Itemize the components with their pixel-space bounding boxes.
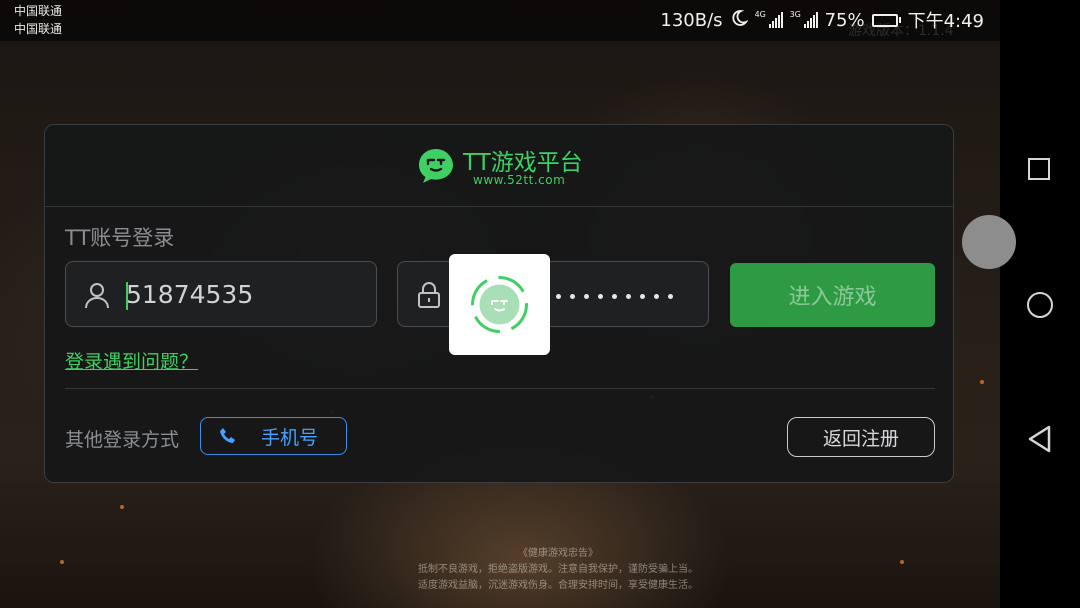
phone-login-label: 手机号 <box>261 426 319 449</box>
tt-chat-logo-icon <box>419 149 453 183</box>
health-notice-title: 《健康游戏忠告》 <box>518 548 598 559</box>
password-dot <box>584 294 589 299</box>
signal-3g-icon: 3G <box>790 10 818 28</box>
login-help-link[interactable]: 登录遇到问题？ <box>65 347 198 374</box>
signal-4g-icon: 4G <box>755 10 783 28</box>
password-input[interactable] <box>556 294 673 299</box>
brand-title: TT游戏平台 <box>463 150 583 176</box>
brand-url: www.52tt.com <box>473 173 566 187</box>
status-bar: 中国联通 中国联通 游戏版本：1.1.4 130B/s 4G 3G 75% 下午… <box>0 0 1000 41</box>
password-field[interactable] <box>397 261 709 327</box>
recent-apps-button[interactable] <box>1028 158 1050 180</box>
password-dot <box>598 294 603 299</box>
loading-spinner-icon <box>471 276 528 333</box>
password-dot <box>570 294 575 299</box>
phone-login-button[interactable]: 手机号 <box>200 417 347 455</box>
brand-header: TT游戏平台 www.52tt.com <box>417 143 597 189</box>
user-icon <box>85 283 109 309</box>
lock-icon <box>418 282 440 308</box>
health-notice-line-2: 适度游戏益脑，沉迷游戏伤身。合理安排时间，享受健康生活。 <box>418 580 698 591</box>
password-dot <box>654 294 659 299</box>
other-login-label: 其他登录方式 <box>65 429 180 451</box>
health-notice: 《健康游戏忠告》 抵制不良游戏，拒绝盗版游戏。注意自我保护，谨防受骗上当。 适度… <box>396 546 720 594</box>
moon-icon <box>730 9 749 32</box>
password-dot <box>668 294 673 299</box>
phone-icon <box>220 428 235 443</box>
header-divider <box>45 206 953 207</box>
enter-game-button[interactable]: 进入游戏 <box>730 263 935 327</box>
username-field[interactable]: 51874535 <box>65 261 377 327</box>
loading-overlay <box>449 254 550 355</box>
login-title: TT账号登录 <box>65 226 175 250</box>
password-dot <box>626 294 631 299</box>
back-to-register-button[interactable]: 返回注册 <box>787 417 935 457</box>
password-dot <box>556 294 561 299</box>
back-button[interactable] <box>1026 424 1054 454</box>
battery-icon <box>871 13 901 27</box>
username-input[interactable]: 51874535 <box>126 280 253 309</box>
section-divider <box>65 388 935 389</box>
battery-percent: 75% <box>824 9 865 31</box>
carrier-name-2: 中国联通 <box>14 22 63 36</box>
home-button[interactable] <box>1027 292 1053 318</box>
password-dot <box>612 294 617 299</box>
network-speed: 130B/s <box>660 9 723 31</box>
clock: 下午4:49 <box>907 11 984 32</box>
carrier-name-1: 中国联通 <box>14 4 63 18</box>
status-indicators: 130B/s 4G 3G 75% 下午4:49 <box>660 8 984 33</box>
health-notice-line-1: 抵制不良游戏，拒绝盗版游戏。注意自我保护，谨防受骗上当。 <box>418 564 698 575</box>
password-dot <box>640 294 645 299</box>
floating-assist-button[interactable] <box>962 215 1016 269</box>
